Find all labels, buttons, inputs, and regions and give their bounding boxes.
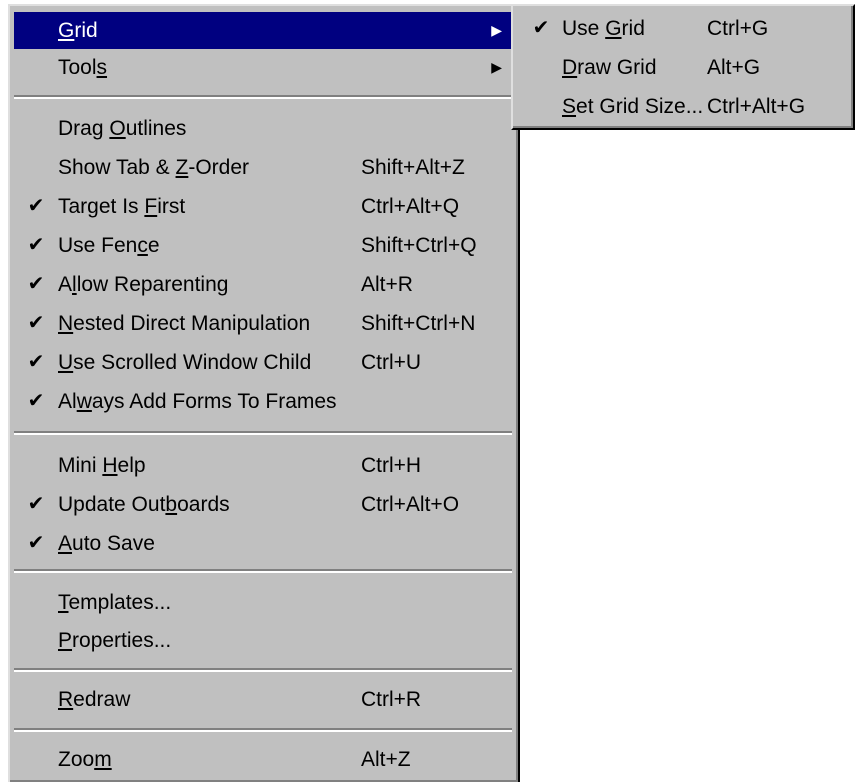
menu-separator [14, 95, 512, 99]
menu-item-templates[interactable]: Templates... [14, 584, 512, 621]
submenu-item-draw-grid[interactable]: Draw Grid Alt+G [517, 49, 847, 86]
menu-item-shortcut: Ctrl+Alt+Q [361, 195, 460, 218]
menu-item-shortcut: Alt+R [361, 273, 413, 296]
menu-item-label: Target Is First [58, 195, 186, 218]
menu-item-use-scrolled-window-child[interactable]: ✔ Use Scrolled Window Child Ctrl+U [14, 344, 512, 381]
checkmark-icon: ✔ [27, 532, 45, 554]
menu-item-label: Properties... [58, 629, 172, 652]
menu-item-shortcut: Shift+Ctrl+N [361, 312, 476, 335]
checkmark-icon: ✔ [27, 234, 45, 256]
menu-item-show-tab-z-order[interactable]: Show Tab & Z-Order Shift+Alt+Z [14, 149, 512, 186]
menu-item-label: Templates... [58, 591, 172, 614]
menu-item-label: Draw Grid [562, 56, 657, 79]
menu-item-mini-help[interactable]: Mini Help Ctrl+H [14, 447, 512, 484]
submenu-item-set-grid-size[interactable]: Set Grid Size... Ctrl+Alt+G [517, 88, 847, 125]
menu-item-label: Use Grid [562, 17, 645, 40]
menu-item-label: Redraw [58, 688, 131, 711]
menu-item-shortcut: Ctrl+R [361, 688, 422, 711]
menu-item-auto-save[interactable]: ✔ Auto Save [14, 525, 512, 562]
menu-separator [14, 728, 512, 732]
menu-item-allow-reparenting[interactable]: ✔ Allow Reparenting Alt+R [14, 266, 512, 303]
menu-item-label: Update Outboards [58, 493, 230, 516]
menu-item-label: Show Tab & Z-Order [58, 156, 250, 179]
submenu-arrow-icon: ▶ [491, 59, 502, 75]
menu-item-use-fence[interactable]: ✔ Use Fence Shift+Ctrl+Q [14, 227, 512, 264]
menu-item-shortcut: Shift+Alt+Z [361, 156, 465, 179]
menu-item-label: Auto Save [58, 532, 155, 555]
menu-item-redraw[interactable]: Redraw Ctrl+R [14, 681, 512, 718]
checkmark-icon: ✔ [27, 312, 45, 334]
menu-item-shortcut: Alt+G [707, 56, 761, 79]
menu-item-update-outboards[interactable]: ✔ Update Outboards Ctrl+Alt+O [14, 486, 512, 523]
menu-item-shortcut: Shift+Ctrl+Q [361, 234, 477, 257]
menu-item-label: Nested Direct Manipulation [58, 312, 311, 335]
checkmark-icon: ✔ [27, 195, 45, 217]
menu-item-shortcut: Ctrl+Alt+O [361, 493, 460, 516]
menu-item-drag-outlines[interactable]: Drag Outlines [14, 110, 512, 147]
menu-item-label: Always Add Forms To Frames [58, 390, 337, 413]
menu-item-label: Mini Help [58, 454, 146, 477]
menu-item-label: Use Scrolled Window Child [58, 351, 312, 374]
menu-item-label: Use Fence [58, 234, 160, 257]
submenu-item-use-grid[interactable]: ✔ Use Grid Ctrl+G [517, 10, 847, 47]
menu-item-target-is-first[interactable]: ✔ Target Is First Ctrl+Alt+Q [14, 188, 512, 225]
menu-item-zoom[interactable]: Zoom Alt+Z [14, 741, 512, 778]
menu-item-label: Tools [58, 56, 108, 79]
menu-item-properties[interactable]: Properties... [14, 622, 512, 659]
menu-separator [14, 668, 512, 672]
menu-item-shortcut: Ctrl+H [361, 454, 422, 477]
menu-item-label: Zoom [58, 748, 112, 771]
menu-item-shortcut: Alt+Z [361, 748, 411, 771]
menu-item-always-add-forms[interactable]: ✔ Always Add Forms To Frames [14, 383, 512, 420]
menu-item-shortcut: Ctrl+U [361, 351, 422, 374]
menu-item-label: Allow Reparenting [58, 273, 229, 296]
menu-separator [14, 569, 512, 573]
menu-item-label: Drag Outlines [58, 117, 187, 140]
submenu-arrow-icon: ▶ [491, 22, 502, 38]
menu-item-grid[interactable]: Grid ▶ [14, 12, 512, 49]
menu-separator [14, 431, 512, 435]
checkmark-icon: ✔ [27, 351, 45, 373]
menu-item-nested-direct-manipulation[interactable]: ✔ Nested Direct Manipulation Shift+Ctrl+… [14, 305, 512, 342]
menu-item-label: Grid [58, 19, 98, 42]
menu-item-shortcut: Ctrl+Alt+G [707, 95, 806, 118]
view-options-menu: Grid ▶ Tools ▶ Drag Outlines Show Tab & … [8, 4, 520, 782]
checkmark-icon: ✔ [27, 273, 45, 295]
checkmark-icon: ✔ [532, 17, 550, 39]
menu-item-shortcut: Ctrl+G [707, 17, 769, 40]
menu-item-label: Set Grid Size... [562, 95, 704, 118]
checkmark-icon: ✔ [27, 493, 45, 515]
checkmark-icon: ✔ [27, 390, 45, 412]
menu-item-tools[interactable]: Tools ▶ [14, 49, 512, 86]
grid-submenu: ✔ Use Grid Ctrl+G Draw Grid Alt+G Set Gr… [511, 4, 855, 130]
